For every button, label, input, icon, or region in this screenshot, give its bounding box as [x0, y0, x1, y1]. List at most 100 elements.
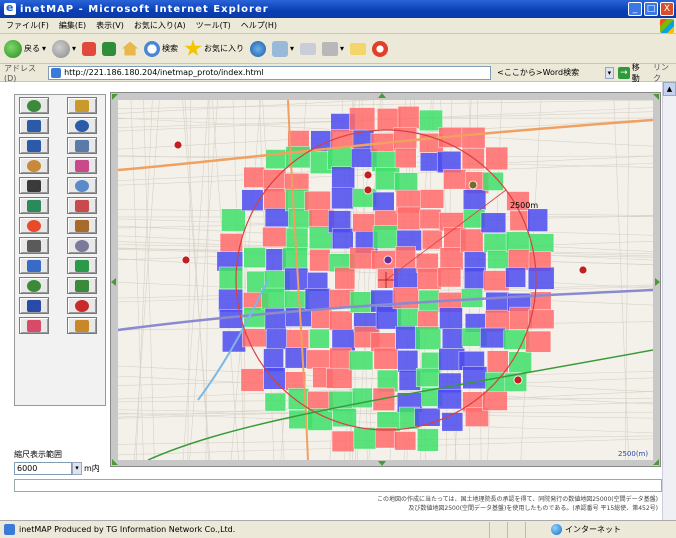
history-icon [272, 40, 289, 57]
folder-button[interactable] [350, 42, 367, 55]
print-button[interactable]: ▾ [322, 41, 344, 56]
tool-button-8[interactable] [67, 157, 97, 174]
ie-icon [4, 1, 16, 15]
address-input[interactable]: http://221.186.180.204/inetmap_proto/ind… [48, 65, 492, 80]
tool-button-22[interactable] [67, 297, 97, 314]
table-icon [75, 319, 89, 332]
window-icon [75, 139, 89, 152]
map-scale-label: 2500(m) [618, 450, 648, 458]
map-tile [437, 388, 462, 410]
map-tile [329, 310, 353, 331]
copy-icon [75, 239, 89, 252]
security-zone: インターネット [551, 524, 621, 535]
tool-button-15[interactable] [19, 237, 49, 254]
edit-doc-icon [75, 259, 89, 272]
map-tile [352, 213, 376, 233]
minimize-button[interactable]: _ [628, 2, 642, 16]
tool-button-19[interactable] [19, 277, 49, 294]
map-tile [485, 291, 510, 313]
media-button[interactable] [250, 40, 267, 57]
map-tile [525, 330, 552, 353]
globe-icon [551, 524, 562, 535]
mail-button[interactable] [300, 42, 317, 55]
menu-edit[interactable]: 編集(E) [59, 20, 86, 31]
street-line [243, 100, 246, 460]
favorites-button[interactable]: お気に入り [184, 39, 244, 58]
map-tile [394, 147, 417, 168]
tool-button-7[interactable] [19, 157, 49, 174]
menu-help[interactable]: ヘルプ(H) [241, 20, 277, 31]
forward-arrow-icon [52, 39, 71, 58]
map-canvas[interactable]: 2500m 2500(m) [118, 100, 653, 460]
copyright-line-2: 及び数値地図2500(空間データ基盤)を使用したものである。(承認番号 平15総… [408, 505, 658, 512]
map-tile [443, 169, 467, 190]
scale-input[interactable]: 6000 [14, 462, 72, 475]
links-label[interactable]: リンク [653, 62, 676, 84]
map-tile [527, 266, 555, 290]
back-button[interactable]: 戻る ▾ [4, 39, 46, 58]
tool-button-9[interactable] [19, 177, 49, 194]
go-button[interactable]: → 移動 [618, 62, 647, 84]
tool-button-17[interactable] [19, 257, 49, 274]
tool-button-3[interactable] [19, 117, 49, 134]
messenger-button[interactable] [372, 40, 389, 57]
tool-button-14[interactable] [67, 217, 97, 234]
address-bar: アドレス(D) http://221.186.180.204/inetmap_p… [0, 62, 676, 84]
select-icon [75, 299, 89, 312]
word-search-link[interactable]: <ここから>Word検索 [497, 67, 604, 78]
maximize-button[interactable]: □ [644, 2, 658, 16]
tool-button-18[interactable] [67, 257, 97, 274]
tool-button-6[interactable] [67, 137, 97, 154]
info-icon [27, 299, 41, 312]
tool-button-21[interactable] [19, 297, 49, 314]
tool-button-11[interactable] [19, 197, 49, 214]
scale-dropdown-icon[interactable]: ▾ [72, 462, 82, 475]
close-button[interactable]: X [660, 2, 674, 16]
back-arrow-icon [4, 39, 22, 58]
tool-button-2[interactable] [67, 97, 97, 114]
map-tile [480, 327, 506, 349]
book-icon [75, 219, 89, 232]
tool-button-24[interactable] [67, 317, 97, 334]
title-bar: inetMAP - Microsoft Internet Explorer _ … [0, 0, 676, 18]
street-line [205, 100, 210, 460]
menu-file[interactable]: ファイル(F) [6, 20, 49, 31]
map-tile [508, 249, 532, 271]
scroll-up-icon[interactable]: ▲ [663, 82, 676, 96]
tool-button-20[interactable] [67, 277, 97, 294]
menu-favorites[interactable]: お気に入り(A) [134, 20, 186, 31]
map-tile [286, 329, 309, 350]
menu-view[interactable]: 表示(V) [96, 20, 124, 31]
vertical-scrollbar[interactable]: ▲ [662, 82, 676, 520]
tool-button-4[interactable] [67, 117, 97, 134]
tool-button-5[interactable] [19, 137, 49, 154]
stop-button[interactable] [82, 41, 97, 56]
map-tile [462, 366, 488, 389]
poi-marker [363, 170, 373, 180]
tool-button-10[interactable] [67, 177, 97, 194]
map-view[interactable]: 2500m 2500(m) [118, 100, 653, 460]
search-button[interactable]: 検索 [144, 40, 178, 57]
tool-button-16[interactable] [67, 237, 97, 254]
address-dropdown-icon[interactable]: ▾ [604, 66, 615, 79]
home-button[interactable] [122, 41, 139, 56]
page-status-icon [4, 524, 15, 535]
status-cell [507, 521, 525, 538]
print-icon [322, 41, 339, 56]
tool-button-13[interactable] [19, 217, 49, 234]
history-button[interactable]: ▾ [272, 40, 294, 57]
zoom-out-icon [75, 119, 89, 132]
tool-button-12[interactable] [67, 197, 97, 214]
map-tile [331, 166, 355, 189]
forward-button[interactable]: ▾ [52, 39, 76, 58]
menu-tools[interactable]: ツール(T) [196, 20, 231, 31]
map-tile [461, 127, 486, 149]
tool-grid [19, 97, 101, 334]
street-line [189, 100, 218, 460]
map-tile [480, 212, 506, 233]
tool-button-23[interactable] [19, 317, 49, 334]
refresh-button[interactable] [102, 41, 117, 56]
info-input[interactable] [14, 479, 662, 492]
address-label: アドレス(D) [4, 63, 36, 83]
tool-button-1[interactable] [19, 97, 49, 114]
